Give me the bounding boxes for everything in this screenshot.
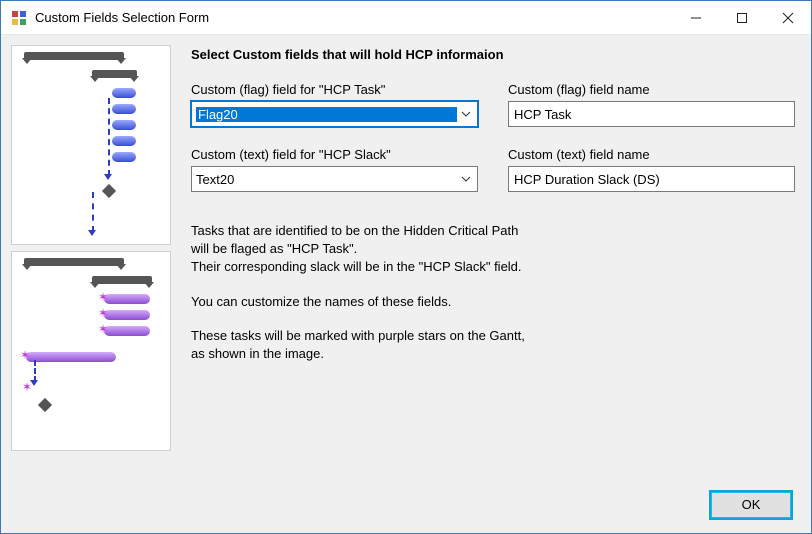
description-text: Tasks that are identified to be on the H… (191, 222, 795, 363)
text-name-input[interactable] (508, 166, 795, 192)
star-icon: ✶ (20, 350, 30, 360)
titlebar: Custom Fields Selection Form (1, 1, 811, 35)
flag-field-combo[interactable]: Flag20 (191, 101, 478, 127)
window-title: Custom Fields Selection Form (35, 10, 673, 25)
desc-line: as shown in the image. (191, 346, 324, 361)
window-frame: Custom Fields Selection Form (0, 0, 812, 534)
maximize-button[interactable] (719, 1, 765, 34)
text-name-label: Custom (text) field name (508, 147, 795, 162)
desc-line: Their corresponding slack will be in the… (191, 259, 522, 274)
close-button[interactable] (765, 1, 811, 34)
desc-line: will be flaged as "HCP Task". (191, 241, 357, 256)
illustration-column: ✶ ✶ ✶ ✶ ✶ (11, 45, 171, 477)
text-field-label: Custom (text) field for "HCP Slack" (191, 147, 478, 162)
row-text: Custom (text) field for "HCP Slack" Text… (191, 147, 795, 192)
text-field-combo[interactable]: Text20 (191, 166, 478, 192)
desc-line: Tasks that are identified to be on the H… (191, 223, 518, 238)
chevron-down-icon (457, 169, 475, 189)
star-icon: ✶ (98, 324, 108, 334)
desc-line: These tasks will be marked with purple s… (191, 328, 525, 343)
flag-name-input[interactable] (508, 101, 795, 127)
star-icon: ✶ (98, 308, 108, 318)
row-flag: Custom (flag) field for "HCP Task" Flag2… (191, 82, 795, 127)
form-body: ✶ ✶ ✶ ✶ ✶ Select Custom fields that will… (1, 35, 811, 477)
gantt-illustration-top (11, 45, 171, 245)
minimize-button[interactable] (673, 1, 719, 34)
chevron-down-icon (457, 104, 475, 124)
text-field-block: Custom (text) field for "HCP Slack" Text… (191, 147, 478, 192)
window-controls (673, 1, 811, 34)
form-heading: Select Custom fields that will hold HCP … (191, 47, 795, 62)
ok-button[interactable]: OK (709, 490, 793, 520)
flag-field-value: Flag20 (196, 107, 457, 122)
text-name-block: Custom (text) field name (508, 147, 795, 192)
app-icon (11, 10, 27, 26)
star-icon: ✶ (22, 382, 32, 392)
flag-field-block: Custom (flag) field for "HCP Task" Flag2… (191, 82, 478, 127)
star-icon: ✶ (98, 292, 108, 302)
form-column: Select Custom fields that will hold HCP … (181, 45, 795, 477)
flag-field-label: Custom (flag) field for "HCP Task" (191, 82, 478, 97)
flag-name-block: Custom (flag) field name (508, 82, 795, 127)
gantt-illustration-bottom: ✶ ✶ ✶ ✶ ✶ (11, 251, 171, 451)
desc-line: You can customize the names of these fie… (191, 294, 451, 309)
text-field-value: Text20 (196, 172, 457, 187)
footer: OK (1, 477, 811, 533)
flag-name-label: Custom (flag) field name (508, 82, 795, 97)
